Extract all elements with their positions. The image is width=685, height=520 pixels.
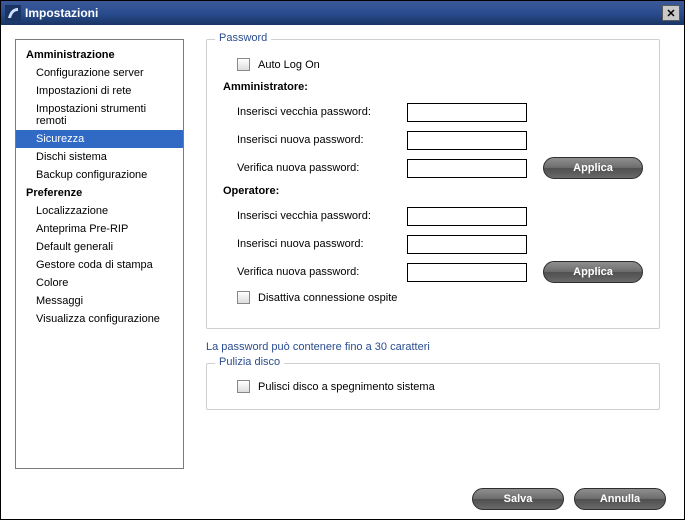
admin-new-pw-row: Inserisci nuova password:	[237, 129, 643, 151]
operator-old-pw-label: Inserisci vecchia password:	[237, 210, 407, 222]
close-icon: ✕	[666, 7, 675, 20]
sidebar-item-config-server[interactable]: Configurazione server	[16, 64, 183, 82]
main-panel: Password Auto Log On Amministratore: Ins…	[184, 39, 670, 469]
password-legend: Password	[215, 32, 271, 44]
sidebar: Amministrazione Configurazione server Im…	[15, 39, 184, 469]
sidebar-item-print-queue[interactable]: Gestore coda di stampa	[16, 256, 183, 274]
sidebar-item-prerip-preview[interactable]: Anteprima Pre-RIP	[16, 220, 183, 238]
operator-new-pw-label: Inserisci nuova password:	[237, 238, 407, 250]
admin-old-pw-row: Inserisci vecchia password:	[237, 101, 643, 123]
admin-old-pw-input[interactable]	[407, 103, 527, 122]
disk-fieldset: Pulizia disco Pulisci disco a spegniment…	[206, 363, 660, 410]
operator-verify-pw-label: Verifica nuova password:	[237, 266, 407, 278]
operator-apply-button[interactable]: Applica	[543, 261, 643, 283]
window-close-button[interactable]: ✕	[662, 5, 680, 21]
operator-old-pw-row: Inserisci vecchia password:	[237, 205, 643, 227]
admin-new-pw-input[interactable]	[407, 131, 527, 150]
content-area: Amministrazione Configurazione server Im…	[1, 25, 684, 479]
sidebar-item-general-defaults[interactable]: Default generali	[16, 238, 183, 256]
sidebar-item-remote-tools[interactable]: Impostazioni strumenti remoti	[16, 100, 183, 130]
save-button[interactable]: Salva	[472, 488, 564, 510]
window-title: Impostazioni	[25, 6, 98, 20]
disk-legend: Pulizia disco	[215, 356, 284, 368]
admin-verify-pw-row: Verifica nuova password: Applica	[237, 157, 643, 179]
auto-logon-checkbox[interactable]	[237, 58, 250, 71]
sidebar-section-pref: Preferenze	[16, 184, 183, 202]
disable-guest-checkbox[interactable]	[237, 291, 250, 304]
admin-header: Amministratore:	[223, 81, 643, 93]
password-fieldset: Password Auto Log On Amministratore: Ins…	[206, 39, 660, 329]
admin-new-pw-label: Inserisci nuova password:	[237, 134, 407, 146]
sidebar-item-backup-config[interactable]: Backup configurazione	[16, 166, 183, 184]
cancel-button[interactable]: Annulla	[574, 488, 666, 510]
scrub-disk-row: Pulisci disco a spegnimento sistema	[237, 380, 643, 393]
app-icon	[5, 5, 21, 21]
sidebar-item-localization[interactable]: Localizzazione	[16, 202, 183, 220]
operator-verify-pw-input[interactable]	[407, 263, 527, 282]
scrub-disk-checkbox[interactable]	[237, 380, 250, 393]
titlebar: Impostazioni ✕	[1, 1, 684, 25]
sidebar-section-admin: Amministrazione	[16, 46, 183, 64]
disable-guest-label: Disattiva connessione ospite	[258, 292, 397, 304]
sidebar-item-view-config[interactable]: Visualizza configurazione	[16, 310, 183, 328]
sidebar-item-network[interactable]: Impostazioni di rete	[16, 82, 183, 100]
admin-apply-button[interactable]: Applica	[543, 157, 643, 179]
operator-verify-pw-row: Verifica nuova password: Applica	[237, 261, 643, 283]
admin-verify-pw-input[interactable]	[407, 159, 527, 178]
admin-verify-pw-label: Verifica nuova password:	[237, 162, 407, 174]
operator-old-pw-input[interactable]	[407, 207, 527, 226]
operator-header: Operatore:	[223, 185, 643, 197]
operator-new-pw-input[interactable]	[407, 235, 527, 254]
sidebar-item-messages[interactable]: Messaggi	[16, 292, 183, 310]
password-note: La password può contenere fino a 30 cara…	[206, 341, 660, 353]
disable-guest-row: Disattiva connessione ospite	[237, 291, 643, 304]
bottom-bar: Salva Annulla	[1, 479, 684, 519]
sidebar-item-color[interactable]: Colore	[16, 274, 183, 292]
operator-new-pw-row: Inserisci nuova password:	[237, 233, 643, 255]
sidebar-item-system-disks[interactable]: Dischi sistema	[16, 148, 183, 166]
auto-logon-label: Auto Log On	[258, 59, 320, 71]
scrub-disk-label: Pulisci disco a spegnimento sistema	[258, 381, 435, 393]
sidebar-item-security[interactable]: Sicurezza	[16, 130, 183, 148]
auto-logon-row: Auto Log On	[237, 58, 643, 71]
admin-old-pw-label: Inserisci vecchia password:	[237, 106, 407, 118]
